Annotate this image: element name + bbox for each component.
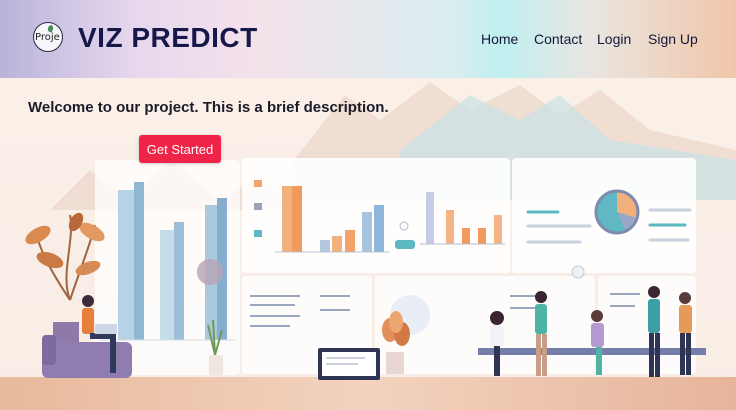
nav-sign-up[interactable]: Sign Up <box>648 31 698 47</box>
project-logo[interactable]: Proje <box>33 22 63 52</box>
site-header: Proje VIZ PREDICT Home Contact Login Sig… <box>0 0 736 78</box>
nav-home[interactable]: Home <box>481 31 518 47</box>
floor <box>0 377 736 410</box>
table <box>478 348 706 355</box>
hero-illustration <box>0 78 736 410</box>
person-standing-2 <box>648 286 660 377</box>
pie-chart <box>594 189 640 235</box>
nav-login[interactable]: Login <box>597 31 631 47</box>
nav-contact[interactable]: Contact <box>534 31 582 47</box>
hero-description: Welcome to our project. This is a brief … <box>28 99 389 116</box>
brand-title[interactable]: VIZ PREDICT <box>78 22 258 54</box>
get-started-button[interactable]: Get Started <box>139 135 221 163</box>
logo-text: Proje <box>35 32 60 43</box>
